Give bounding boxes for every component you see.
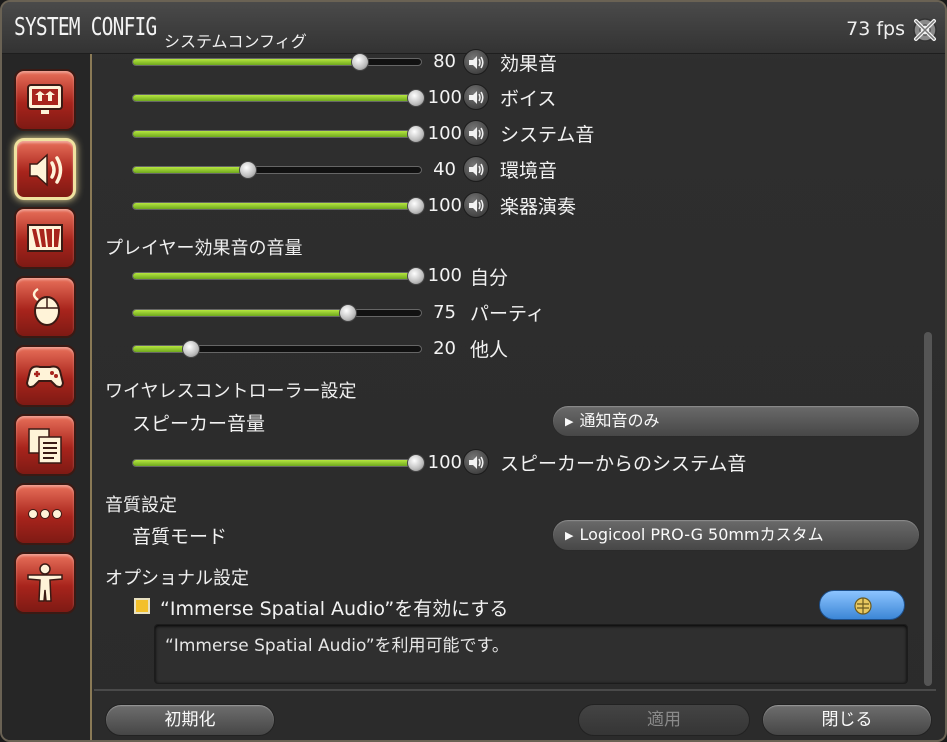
volume-slider-party[interactable] [132,304,422,322]
window-subtitle: システムコンフィグ [164,32,307,51]
slider-fill [133,59,360,65]
slider-knob[interactable] [339,304,357,322]
category-gamepad[interactable] [14,345,76,407]
volume-slider-others[interactable] [132,340,422,358]
slider-value: 40 [433,159,456,180]
mute-toggle-se[interactable] [463,49,489,75]
mouse-settings-icon [32,287,60,326]
spatial-audio-description: “Immerse Spatial Audio”を利用可能です。 [154,624,908,684]
slider-label: 自分 [470,267,509,289]
speaker-volume-dropdown[interactable]: ▶ 通知音のみ [552,405,920,437]
slider-fill [133,167,246,173]
sound-settings-icon [29,153,63,187]
gamepad-settings-icon [25,365,65,388]
speaker-icon [469,91,484,104]
apply-button[interactable]: 適用 [578,704,750,736]
volume-slider-system[interactable] [132,125,425,143]
category-sidebar [2,54,92,740]
slider-fill [133,95,421,101]
footer-divider [94,689,936,691]
slider-label: 他人 [470,339,509,361]
section-heading-wireless: ワイヤレスコントローラー設定 [105,381,357,402]
other-settings-icon [28,428,62,464]
content-scrollbar[interactable] [924,332,932,686]
category-sound[interactable] [14,138,76,200]
category-other[interactable] [14,414,76,476]
window-title: SYSTEM CONFIG [14,12,157,41]
description-text: “Immerse Spatial Audio”を利用可能です。 [165,636,509,656]
speaker-icon [469,56,484,69]
category-mouse[interactable] [14,276,76,338]
speaker-icon [469,127,484,140]
triangle-right-icon: ▶ [565,415,574,428]
slider-value: 100 [427,265,462,286]
more-settings-icon [28,509,62,519]
category-more[interactable] [14,483,76,545]
fps-counter: 73 fps [846,18,905,40]
mute-toggle-speaker-system[interactable] [463,449,489,475]
slider-knob[interactable] [239,161,257,179]
volume-slider-self[interactable] [132,267,425,285]
info-orb-icon [854,597,872,615]
system-config-window: SYSTEM CONFIG システムコンフィグ 73 fps 80 効果音 10… [0,0,947,742]
mute-toggle-performance[interactable] [463,192,489,218]
volume-slider-ambient[interactable] [132,161,422,179]
slider-fill [133,203,421,209]
slider-label: ボイス [500,88,557,110]
slider-value: 75 [433,302,456,323]
slider-fill [133,310,349,316]
slider-label: 効果音 [500,53,558,75]
theme-settings-icon [27,224,63,252]
triangle-right-icon: ▶ [565,529,574,542]
speaker-icon [469,199,484,212]
slider-label: システム音 [500,124,595,146]
close-window-icon[interactable] [911,16,939,44]
quality-mode-label: 音質モード [132,526,228,548]
mute-toggle-ambient[interactable] [463,156,489,182]
reset-button[interactable]: 初期化 [105,704,275,736]
speaker-icon [469,456,484,469]
slider-label: パーティ [470,303,545,325]
category-accessibility[interactable] [14,552,76,614]
mute-toggle-system[interactable] [463,120,489,146]
spatial-audio-checkbox[interactable] [134,598,150,614]
mute-toggle-voice[interactable] [463,84,489,110]
slider-label: 環境音 [500,160,558,182]
volume-slider-se[interactable] [132,53,422,71]
slider-fill [133,273,421,279]
spatial-audio-info-button[interactable] [819,590,905,620]
speaker-volume-label: スピーカー音量 [132,413,266,435]
close-button[interactable]: 閉じる [762,704,932,736]
section-heading-quality: 音質設定 [105,495,177,516]
slider-value: 100 [427,195,462,216]
slider-knob[interactable] [351,53,369,71]
accessibility-settings-icon [27,563,63,602]
section-heading-optional: オプショナル設定 [105,568,249,589]
section-heading-player-effects: プレイヤー効果音の音量 [105,238,303,259]
volume-slider-speaker-system[interactable] [132,454,425,472]
slider-fill [133,460,421,466]
slider-label: スピーカーからのシステム音 [500,453,747,475]
dropdown-value: Logicool PRO-G 50mmカスタム [579,525,824,544]
speaker-icon [469,163,484,176]
spatial-audio-label: “Immerse Spatial Audio”を有効にする [160,598,509,620]
quality-mode-dropdown[interactable]: ▶ Logicool PRO-G 50mmカスタム [552,519,920,551]
slider-value: 100 [427,87,462,108]
category-display[interactable] [14,69,76,131]
category-theme[interactable] [14,207,76,269]
slider-value: 80 [433,51,456,72]
volume-slider-performance[interactable] [132,197,425,215]
slider-value: 20 [433,338,456,359]
slider-label: 楽器演奏 [500,196,577,218]
titlebar: SYSTEM CONFIG システムコンフィグ 73 fps [2,2,945,54]
dropdown-value: 通知音のみ [579,411,660,430]
slider-value: 100 [427,452,462,473]
volume-slider-voice[interactable] [132,89,425,107]
slider-value: 100 [427,123,462,144]
display-settings-icon [27,84,63,114]
slider-knob[interactable] [182,340,200,358]
slider-fill [133,131,421,137]
